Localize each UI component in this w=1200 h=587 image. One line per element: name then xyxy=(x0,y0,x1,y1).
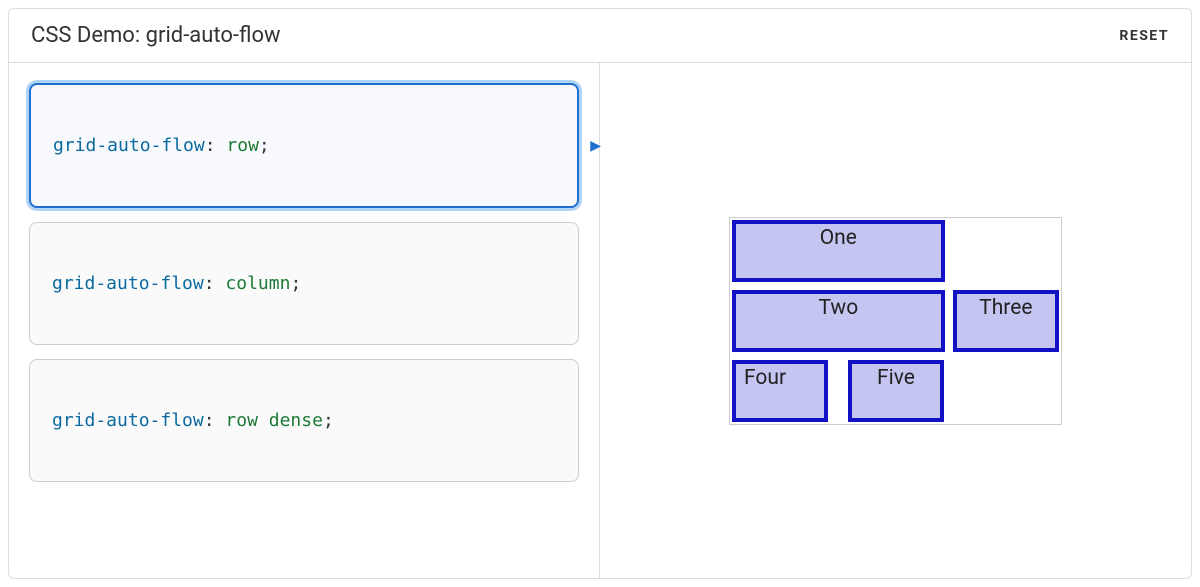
code-property: grid-auto-flow xyxy=(52,273,204,294)
grid-item-one: One xyxy=(732,220,945,282)
grid-item-three: Three xyxy=(953,290,1059,352)
code-option-column[interactable]: grid-auto-flow: column; xyxy=(29,222,579,345)
grid-row-3: Four Five xyxy=(732,360,945,422)
code-option-row-dense[interactable]: grid-auto-flow: row dense; xyxy=(29,359,579,482)
code-property: grid-auto-flow xyxy=(53,135,205,156)
code-semicolon: ; xyxy=(290,273,301,294)
demo-title: CSS Demo: grid-auto-flow xyxy=(31,23,281,48)
code-value: row dense xyxy=(225,410,323,431)
code-option-row[interactable]: grid-auto-flow: row; xyxy=(29,83,579,208)
grid-demo: One Two Three Four Five xyxy=(729,217,1062,425)
code-colon: : xyxy=(204,410,226,431)
output-panel: One Two Three Four Five xyxy=(600,63,1191,578)
demo-header: CSS Demo: grid-auto-flow RESET xyxy=(9,9,1191,63)
code-options-panel: grid-auto-flow: row; ▶ grid-auto-flow: c… xyxy=(9,63,600,578)
code-property: grid-auto-flow xyxy=(52,410,204,431)
code-option-row-0: grid-auto-flow: row; ▶ xyxy=(29,83,579,208)
code-value: column xyxy=(225,273,290,294)
demo-container: CSS Demo: grid-auto-flow RESET grid-auto… xyxy=(8,8,1192,579)
selected-arrow-icon: ▶ xyxy=(590,138,601,154)
reset-button[interactable]: RESET xyxy=(1119,28,1169,44)
code-semicolon: ; xyxy=(259,135,270,156)
code-colon: : xyxy=(205,135,227,156)
grid-item-four: Four xyxy=(732,360,828,422)
demo-body: grid-auto-flow: row; ▶ grid-auto-flow: c… xyxy=(9,63,1191,578)
code-colon: : xyxy=(204,273,226,294)
code-option-row-1: grid-auto-flow: column; xyxy=(29,222,579,345)
code-option-row-2: grid-auto-flow: row dense; xyxy=(29,359,579,482)
code-value: row xyxy=(226,135,259,156)
code-semicolon: ; xyxy=(323,410,334,431)
grid-item-five: Five xyxy=(848,360,944,422)
grid-item-two: Two xyxy=(732,290,945,352)
